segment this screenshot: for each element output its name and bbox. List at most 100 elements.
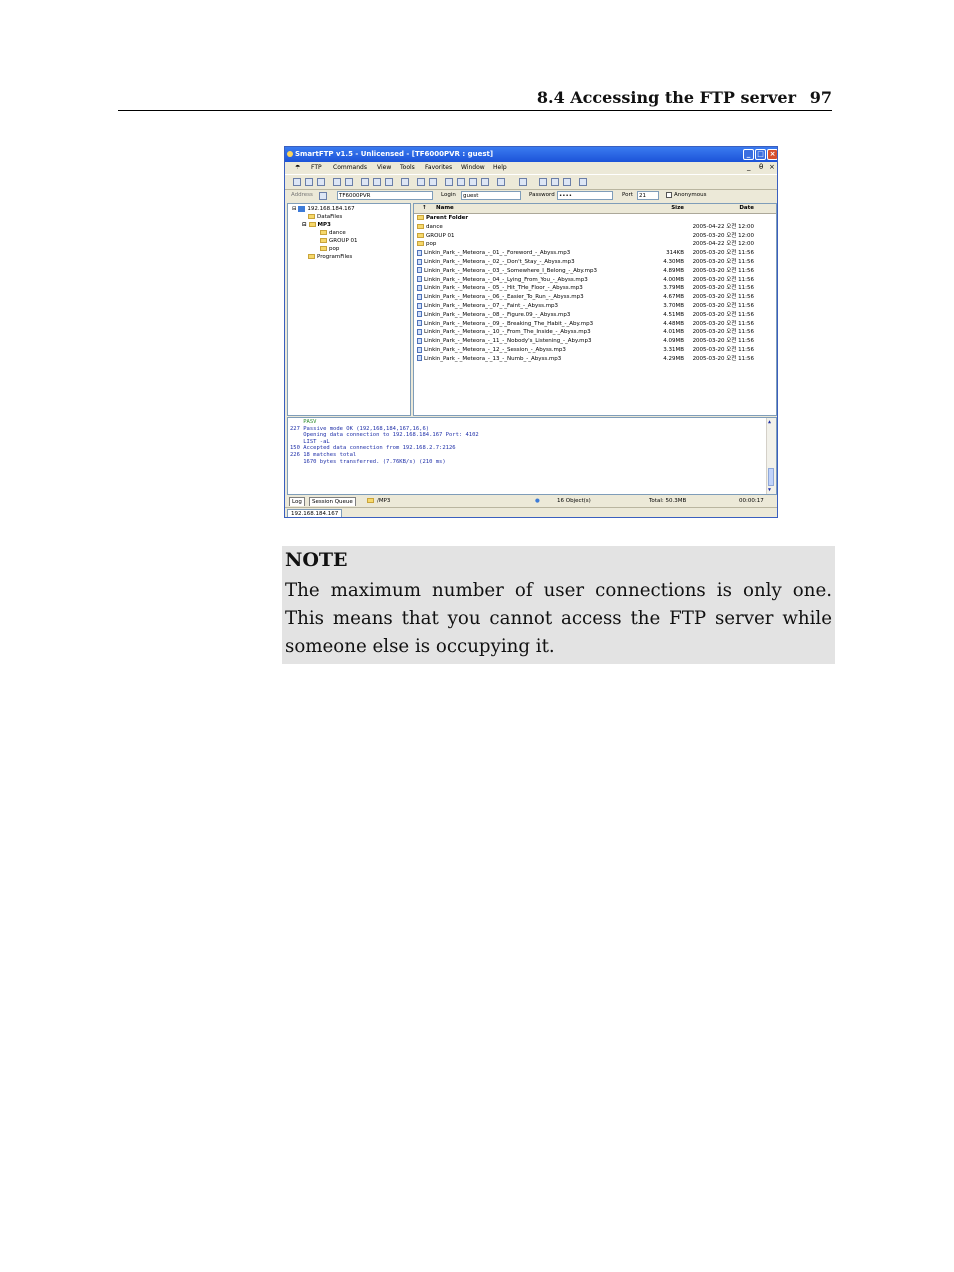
scroll-thumb[interactable] <box>768 468 774 486</box>
tree-root[interactable]: ⊟ 192.168.184.167 <box>292 205 355 213</box>
file-date: 2005-03-20 오전 11:56 <box>692 329 754 336</box>
file-date: 2005-03-20 오전 12:00 <box>692 232 754 239</box>
cascade-view-icon[interactable] <box>563 178 571 186</box>
section-title: 8.4 Accessing the FTP server <box>536 88 796 107</box>
menu-commands[interactable]: Commands <box>333 162 367 173</box>
toolbar <box>285 174 777 190</box>
paste-icon[interactable] <box>345 178 353 186</box>
list-item[interactable]: pop 2005-04-22 오전 12:00 <box>414 240 776 249</box>
split-view-icon[interactable] <box>539 178 547 186</box>
scroll-down-icon[interactable]: ▼ <box>768 487 771 493</box>
list-item[interactable]: Linkin_Park_-_Meteora_-_10_-_From_The_In… <box>414 328 776 337</box>
mdi-minimize-icon[interactable]: _ <box>747 162 751 173</box>
tree-item-datafiles[interactable]: DataFiles <box>308 213 342 221</box>
copy-icon[interactable] <box>333 178 341 186</box>
list-item[interactable]: Linkin_Park_-_Meteora_-_01_-_Foreword_-_… <box>414 249 776 258</box>
file-size: 314KB <box>666 250 684 257</box>
login-field[interactable]: guest <box>461 191 521 200</box>
list-item[interactable]: Linkin_Park_-_Meteora_-_09_-_Breaking_Th… <box>414 320 776 329</box>
help-icon[interactable] <box>579 178 587 186</box>
file-date: 2005-04-22 오전 12:00 <box>692 241 754 248</box>
list-item[interactable]: Linkin_Park_-_Meteora_-_02_-_Don't_Stay_… <box>414 258 776 267</box>
window-layout-icon[interactable] <box>519 178 527 186</box>
password-field[interactable]: •••• <box>557 191 613 200</box>
file-date: 2005-03-20 오전 11:56 <box>692 285 754 292</box>
list-item[interactable]: Linkin_Park_-_Meteora_-_05_-_Hit_THe_Flo… <box>414 284 776 293</box>
menu-tools[interactable]: Tools <box>400 162 415 173</box>
tab-session-queue[interactable]: Session Queue <box>309 497 356 506</box>
file-size: 4.51MB <box>663 311 684 318</box>
list-item[interactable]: Linkin_Park_-_Meteora_-_07_-_Faint_-_Aby… <box>414 302 776 311</box>
view-large-icon[interactable] <box>361 178 369 186</box>
port-field[interactable]: 21 <box>637 191 659 200</box>
list-item[interactable]: GROUP 01 2005-03-20 오전 12:00 <box>414 232 776 241</box>
tab-log[interactable]: Log <box>289 497 305 506</box>
view-small-icon[interactable] <box>373 178 381 186</box>
file-date: 2005-03-20 오전 11:56 <box>692 355 754 362</box>
hex-icon[interactable] <box>401 178 409 186</box>
list-item[interactable]: Linkin_Park_-_Meteora_-_06_-_Easier_To_R… <box>414 293 776 302</box>
file-name: Linkin_Park_-_Meteora_-_04_-_Lying_From_… <box>417 276 588 285</box>
list-item[interactable]: Linkin_Park_-_Meteora_-_03_-_Somewhere_I… <box>414 267 776 276</box>
address-field[interactable]: TF6000PVR <box>337 191 433 200</box>
file-name: Linkin_Park_-_Meteora_-_06_-_Easier_To_R… <box>417 293 584 302</box>
list-item-parent-folder[interactable]: Parent Folder <box>414 214 776 223</box>
list-item[interactable]: Linkin_Park_-_Meteora_-_11_-_Nobody's_Li… <box>414 337 776 346</box>
header-date[interactable]: Date <box>739 204 754 213</box>
list-item[interactable]: Linkin_Park_-_Meteora_-_13_-_Numb_-_Abys… <box>414 355 776 364</box>
list-item[interactable]: Linkin_Park_-_Meteora_-_08_-_Figure.09_-… <box>414 311 776 320</box>
list-item[interactable]: dance 2005-04-22 오전 12:00 <box>414 223 776 232</box>
favorite-star-icon[interactable] <box>429 178 437 186</box>
file-size: 4.29MB <box>663 355 684 362</box>
file-size: 4.01MB <box>663 329 684 336</box>
up-folder-icon[interactable] <box>417 178 425 186</box>
menu-ftp[interactable]: FTP <box>311 162 322 173</box>
log-scrollbar[interactable]: ▲ ▼ <box>766 418 776 494</box>
note-body: The maximum number of user connections i… <box>285 580 832 657</box>
anonymous-checkbox[interactable] <box>666 192 672 198</box>
download-icon[interactable] <box>445 178 453 186</box>
tree-item-group01[interactable]: GROUP 01 <box>320 237 358 245</box>
scroll-up-icon[interactable]: ▲ <box>768 419 771 425</box>
menu-favorites[interactable]: Favorites <box>425 162 452 173</box>
list-item[interactable]: Linkin_Park_-_Meteora_-_04_-_Lying_From_… <box>414 276 776 285</box>
tree-item-mp3[interactable]: ⊟ MP3 <box>302 221 331 229</box>
file-name: Linkin_Park_-_Meteora_-_03_-_Somewhere_I… <box>417 267 597 276</box>
tree-item-programfiles[interactable]: ProgramFiles <box>308 253 352 261</box>
file-name: Linkin_Park_-_Meteora_-_09_-_Breaking_Th… <box>417 320 593 329</box>
list-item[interactable]: Linkin_Park_-_Meteora_-_12_-_Session_-_A… <box>414 346 776 355</box>
folder-icon <box>320 230 327 235</box>
folder-icon <box>320 246 327 251</box>
page-number: 97 <box>809 88 832 107</box>
folder-tree: ⊟ 192.168.184.167 DataFiles ⊟ MP3 dance … <box>287 203 411 416</box>
properties-icon[interactable] <box>481 178 489 186</box>
file-name: Linkin_Park_-_Meteora_-_08_-_Figure.09_-… <box>417 311 570 320</box>
header-size[interactable]: Size <box>671 204 684 213</box>
tile-view-icon[interactable] <box>551 178 559 186</box>
connect-icon[interactable] <box>293 178 301 186</box>
close-icon[interactable]: × <box>767 149 777 160</box>
new-folder-icon[interactable] <box>497 178 505 186</box>
tree-item-pop[interactable]: pop <box>320 245 339 253</box>
file-size: 4.67MB <box>663 294 684 301</box>
log-line: 226 18 matches total <box>290 452 357 458</box>
mdi-close-icon[interactable]: × <box>769 162 775 173</box>
folder-icon[interactable] <box>469 178 477 186</box>
menu-window[interactable]: Window <box>461 162 485 173</box>
stop-icon[interactable] <box>317 178 325 186</box>
menu-view[interactable]: View <box>377 162 391 173</box>
header-name[interactable]: Name <box>436 204 454 213</box>
view-list-icon[interactable] <box>385 178 393 186</box>
file-list: ↑ Name Size Date Parent Folder dance 2005-… <box>413 203 777 416</box>
minimize-icon[interactable]: _ <box>743 149 754 160</box>
maximize-icon[interactable]: □ <box>755 149 766 160</box>
mdi-restore-icon[interactable]: θ <box>759 162 763 173</box>
audio-file-icon <box>417 302 422 309</box>
menu-help[interactable]: Help <box>493 162 507 173</box>
tree-item-dance[interactable]: dance <box>320 229 346 237</box>
refresh-icon[interactable] <box>305 178 313 186</box>
audio-file-icon <box>417 355 422 362</box>
log-line: 150 Accepted data connection from 192.16… <box>290 445 456 452</box>
connection-tab[interactable]: 192.168.184.167 <box>287 509 343 517</box>
terminal-icon[interactable] <box>457 178 465 186</box>
